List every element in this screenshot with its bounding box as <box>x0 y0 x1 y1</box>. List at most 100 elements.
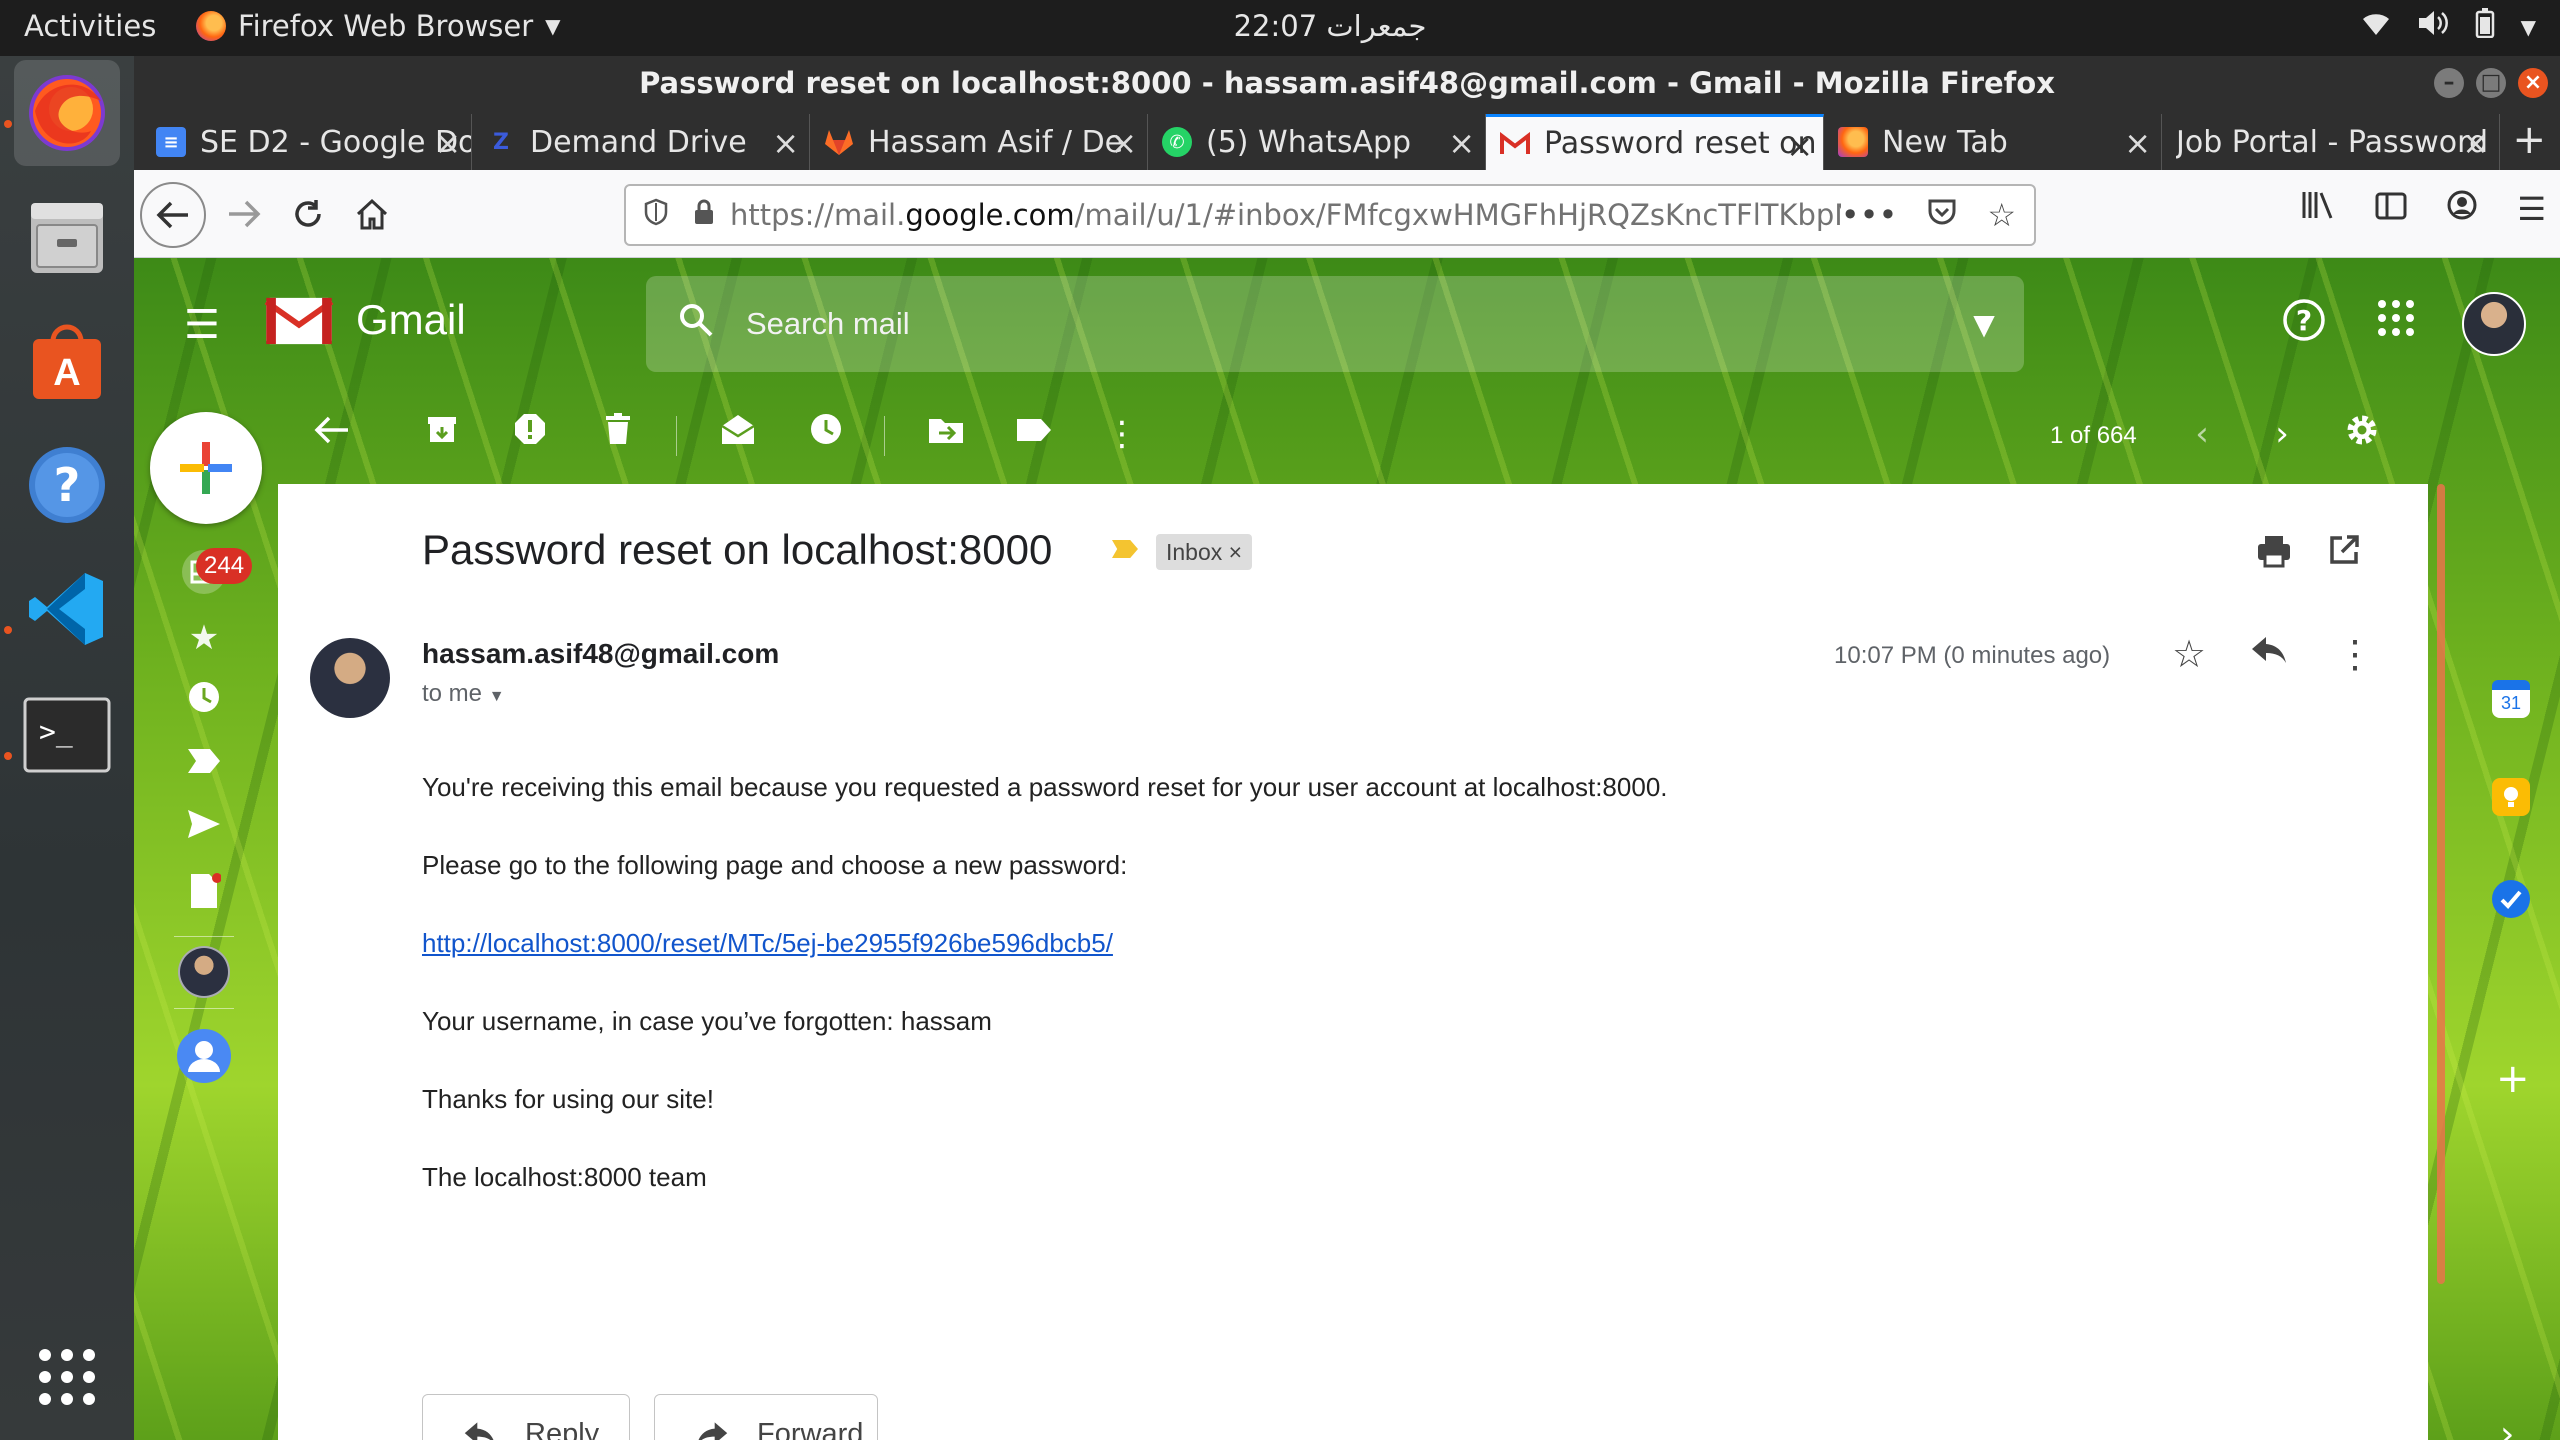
tab-job-portal[interactable]: Job Portal - Password × <box>2162 114 2500 170</box>
gmail-logo[interactable]: Gmail <box>264 294 466 346</box>
close-icon[interactable]: × <box>434 124 461 162</box>
close-icon[interactable]: × <box>772 124 799 162</box>
new-tab-button[interactable]: + <box>2512 120 2546 160</box>
starred-nav-icon[interactable]: ★ <box>174 618 234 670</box>
print-icon[interactable] <box>2256 534 2292 577</box>
minimize-button[interactable]: – <box>2434 68 2464 98</box>
hamburger-menu-icon[interactable]: ☰ <box>2517 190 2546 228</box>
bookmark-star-icon[interactable]: ☆ <box>1987 196 2016 234</box>
snooze-icon[interactable] <box>804 412 848 456</box>
dock-terminal[interactable]: >_ <box>14 682 120 788</box>
tasks-icon[interactable] <box>2492 880 2530 918</box>
dock-files[interactable] <box>14 184 120 290</box>
close-icon[interactable]: × <box>1786 127 1813 165</box>
archive-icon[interactable] <box>420 412 464 456</box>
scrollbar[interactable] <box>2437 484 2445 1284</box>
show-applications-button[interactable] <box>14 1324 120 1430</box>
more-options-icon[interactable]: ⋮ <box>2336 632 2374 677</box>
library-icon[interactable] <box>2301 190 2335 228</box>
reply-icon <box>464 1422 494 1440</box>
sidebar-toggle-icon[interactable] <box>2375 190 2407 228</box>
close-icon[interactable]: × <box>2124 124 2151 162</box>
tab-whatsapp[interactable]: ✆ (5) WhatsApp × <box>1148 114 1486 170</box>
caret-down-icon[interactable]: ▼ <box>489 688 505 705</box>
compose-plus-icon <box>180 442 232 494</box>
tab-new-tab[interactable]: New Tab × <box>1824 114 2162 170</box>
recipient-details[interactable]: to me ▼ <box>422 680 505 708</box>
back-to-inbox-icon[interactable] <box>310 412 354 456</box>
forward-button[interactable]: Forward <box>654 1394 878 1440</box>
svg-text:A: A <box>53 352 80 394</box>
tab-label: Demand Drive <box>530 124 747 160</box>
account-avatar[interactable] <box>2462 292 2526 356</box>
app-menu[interactable]: Firefox Web Browser ▼ <box>196 9 561 43</box>
tab-gitlab[interactable]: Hassam Asif / De × <box>810 114 1148 170</box>
inbox-label-chip[interactable]: Inbox × <box>1156 534 1253 570</box>
chevron-right-icon[interactable]: › <box>2260 412 2304 456</box>
remove-label-icon[interactable]: × <box>1229 539 1242 565</box>
forward-label: Forward <box>757 1417 864 1440</box>
tracking-protection-icon[interactable] <box>626 198 686 233</box>
label-icon[interactable] <box>1012 412 1056 456</box>
close-icon[interactable]: × <box>2462 124 2489 162</box>
system-tray[interactable]: ▼ <box>2361 8 2536 45</box>
report-spam-icon[interactable] <box>508 412 552 456</box>
maximize-button[interactable]: □ <box>2476 68 2506 98</box>
activities-button[interactable]: Activities <box>24 9 156 43</box>
dock-help[interactable]: ? <box>14 432 120 538</box>
account-icon[interactable] <box>2447 190 2477 228</box>
more-vert-icon[interactable]: ⋮ <box>1100 412 1144 456</box>
open-in-new-window-icon[interactable] <box>2328 534 2360 575</box>
dock-vscode[interactable] <box>14 556 120 662</box>
sent-nav-icon[interactable] <box>174 808 234 860</box>
chevron-left-icon[interactable]: ‹ <box>2180 412 2224 456</box>
add-addon-icon[interactable]: + <box>2496 1056 2530 1102</box>
calendar-icon[interactable]: 31 <box>2492 680 2530 718</box>
search-icon[interactable] <box>646 302 746 347</box>
reset-password-link[interactable]: http://localhost:8000/reset/MTc/5ej-be29… <box>422 928 1113 958</box>
page-actions-icon[interactable]: ••• <box>1841 196 1898 234</box>
importance-marker-icon[interactable] <box>1112 540 1138 558</box>
contacts-nav-icon[interactable] <box>174 1028 234 1083</box>
pocket-icon[interactable] <box>1927 196 1957 234</box>
delete-icon[interactable] <box>596 412 640 456</box>
drafts-nav-icon[interactable] <box>174 872 234 924</box>
apps-grid-icon[interactable] <box>2376 298 2416 348</box>
mark-unread-icon[interactable] <box>716 412 760 456</box>
search-bar[interactable]: Search mail ▼ <box>646 276 2024 372</box>
compose-button[interactable] <box>150 412 262 524</box>
tab-password-reset[interactable]: Password reset on × <box>1486 114 1824 170</box>
sender-name[interactable]: hassam.asif48@gmail.com <box>422 638 779 670</box>
snoozed-nav-icon[interactable] <box>174 680 234 732</box>
star-icon[interactable]: ☆ <box>2172 632 2206 677</box>
keep-icon[interactable] <box>2492 778 2530 816</box>
forward-button[interactable] <box>216 186 272 242</box>
expand-panel-icon[interactable]: › <box>2500 1414 2514 1440</box>
tab-demand-drive[interactable]: Z Demand Drive × <box>472 114 810 170</box>
search-input[interactable]: Search mail <box>746 306 1944 342</box>
tab-se-d2[interactable]: ≡ SE D2 - Google Docs × <box>142 114 472 170</box>
url-bar[interactable]: https://mail.google.com/mail/u/1/#inbox/… <box>624 184 2036 246</box>
home-button[interactable] <box>344 186 400 242</box>
reply-icon[interactable] <box>2250 632 2288 675</box>
reply-button[interactable]: Reply <box>422 1394 630 1440</box>
help-icon[interactable]: ? <box>2282 298 2326 352</box>
main-menu-icon[interactable]: ☰ <box>184 302 220 348</box>
settings-gear-icon[interactable] <box>2340 412 2384 456</box>
close-icon[interactable]: × <box>1110 124 1137 162</box>
dock-software[interactable]: A <box>14 308 120 414</box>
dock-firefox[interactable] <box>14 60 120 166</box>
close-icon[interactable]: × <box>1448 124 1475 162</box>
sender-avatar[interactable] <box>310 638 390 718</box>
important-nav-icon[interactable] <box>174 744 234 796</box>
close-window-button[interactable]: × <box>2518 68 2548 98</box>
lock-icon[interactable] <box>686 198 722 233</box>
move-to-icon[interactable] <box>924 412 968 456</box>
back-button[interactable] <box>140 182 206 248</box>
reload-button[interactable] <box>280 186 336 242</box>
search-options-icon[interactable]: ▼ <box>1944 308 2024 341</box>
clock[interactable]: جمعرات 22:07 <box>1180 9 1480 43</box>
url-text[interactable]: https://mail.google.com/mail/u/1/#inbox/… <box>722 198 1841 232</box>
running-indicator <box>4 626 12 634</box>
hangouts-user-avatar[interactable] <box>174 946 234 998</box>
